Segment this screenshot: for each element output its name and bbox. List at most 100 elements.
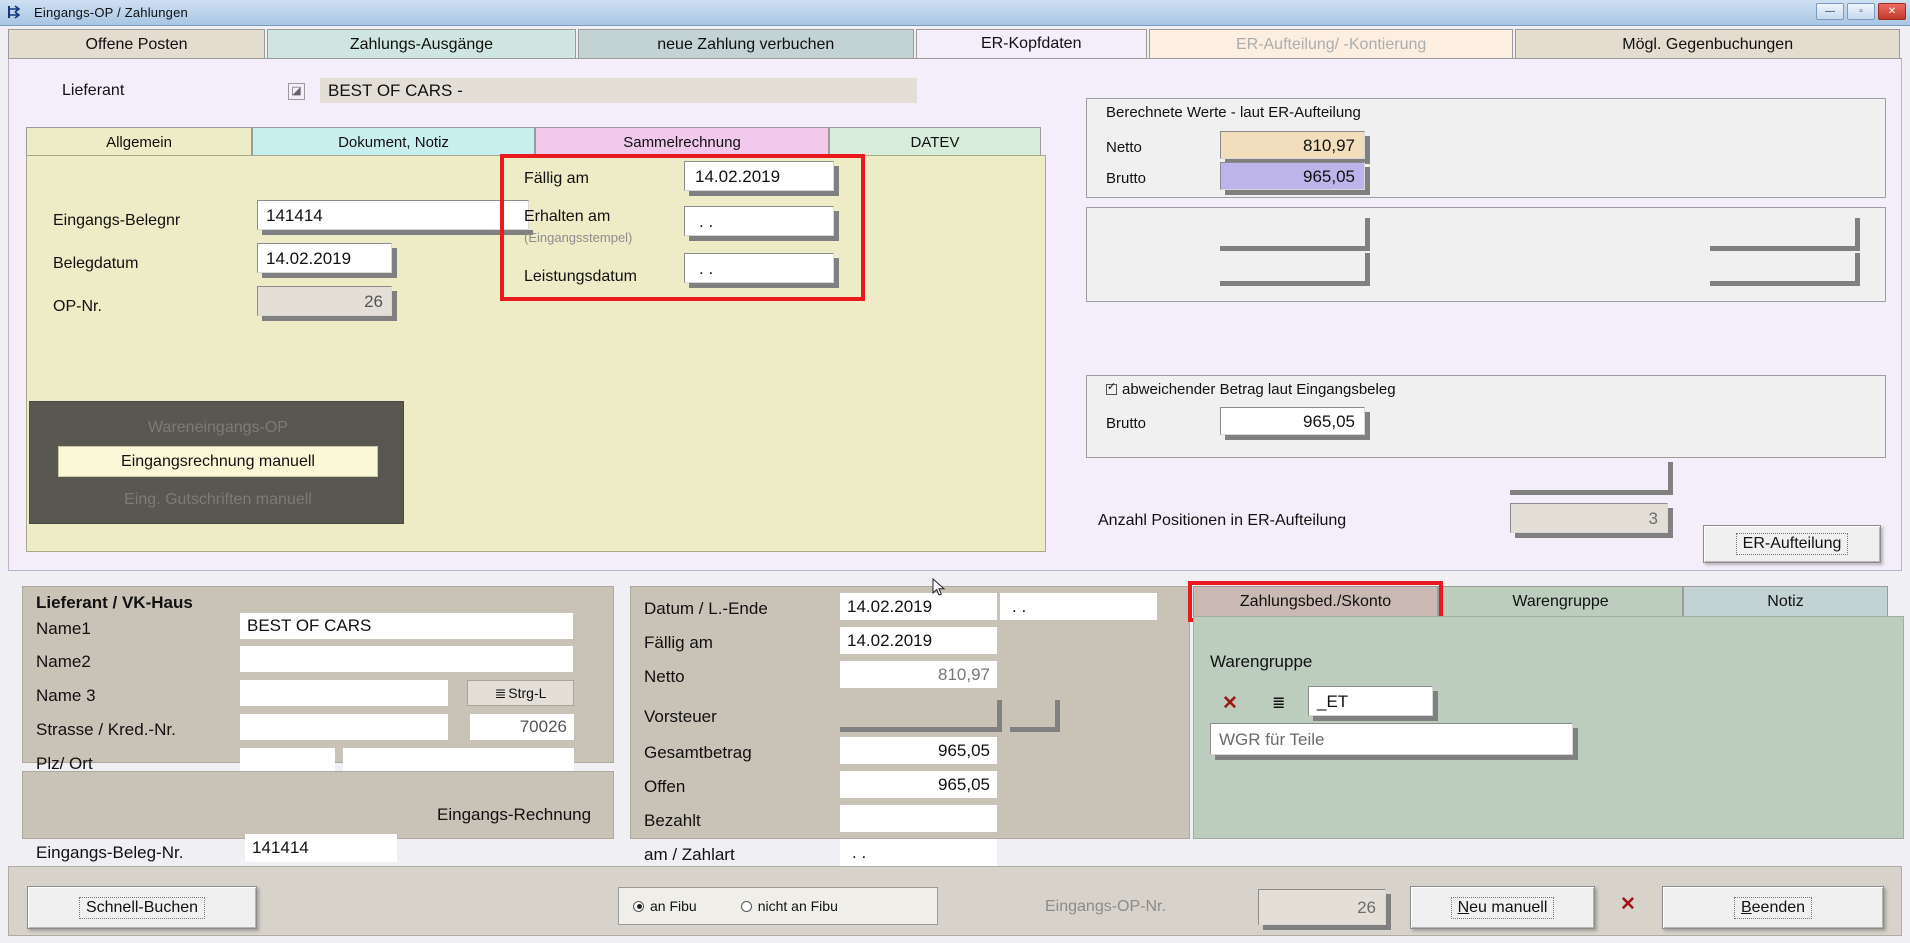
am-zahlart-label: am / Zahlart <box>644 845 735 864</box>
kred-nr-value: 70026 <box>470 714 574 740</box>
warengruppe-code-input[interactable]: _ET <box>1308 686 1438 721</box>
title-bar: Eingangs-OP / Zahlungen — ▫ ✕ <box>0 0 1910 26</box>
button-label: Schnell-Buchen <box>78 896 206 919</box>
er-aufteilung-button[interactable]: ER-Aufteilung <box>1703 525 1881 563</box>
strasse-kred-nr-label: Strasse / Kred.-Nr. <box>36 720 176 739</box>
empty-field-a[interactable] <box>1220 218 1370 251</box>
empty-field-c[interactable] <box>1710 218 1860 251</box>
neu-manuell-rest: eu manuell <box>1469 898 1548 916</box>
vorsteuer-field[interactable] <box>840 700 1002 732</box>
allgemein-panel: Eingangs-Belegnr 141414 Belegdatum 14.02… <box>26 154 1046 552</box>
belegdatum-input[interactable]: 14.02.2019 <box>257 243 397 278</box>
mode-eingangsrechnung-manuell[interactable]: Eingangsrechnung manuell <box>58 446 378 477</box>
supplier-card-title: Lieferant / VK-Haus <box>36 593 193 612</box>
supplier-value: BEST OF CARS - <box>320 78 917 103</box>
radio-label: nicht an Fibu <box>757 898 838 914</box>
tab-neue-zahlung-verbuchen[interactable]: neue Zahlung verbuchen <box>577 29 914 59</box>
computed-values-title: Berechnete Werte - laut ER-Aufteilung <box>1106 104 1361 121</box>
window-controls: — ▫ ✕ <box>1816 3 1906 20</box>
name3-input[interactable] <box>240 680 448 706</box>
beenden-button[interactable]: Beenden <box>1662 886 1884 929</box>
close-button[interactable]: ✕ <box>1878 3 1906 20</box>
faellig-am-label: Fällig am <box>524 170 589 187</box>
tab-offene-posten[interactable]: Offene Posten <box>8 29 266 59</box>
gesamtbetrag-value[interactable]: 965,05 <box>840 737 997 764</box>
bezahlt-label: Bezahlt <box>644 811 701 830</box>
deviating-brutto-input[interactable]: 965,05 <box>1220 407 1370 440</box>
tab-label: Allgemein <box>106 133 172 151</box>
button-label: ER-Aufteilung <box>1735 533 1849 555</box>
tab-dokument-notiz[interactable]: Dokument, Notiz <box>252 127 535 156</box>
booking-mode-panel: Wareneingangs-OP Eingangsrechnung manuel… <box>29 401 404 524</box>
eingangs-beleg-nr-label: Eingangs-Beleg-Nr. <box>36 843 184 862</box>
neu-manuell-button[interactable]: Neu manuell <box>1410 886 1595 929</box>
minimize-button[interactable]: — <box>1816 3 1844 20</box>
tab-label: ER-Aufteilung/ -Kontierung <box>1235 35 1427 53</box>
main-tab-bar[interactable]: Offene Posten Zahlungs-Ausgänge neue Zah… <box>8 29 1902 59</box>
detail-tab-bar[interactable]: Allgemein Dokument, Notiz Sammelrechnung… <box>26 127 1041 156</box>
mode-eing-gutschriften-manuell[interactable]: Eing. Gutschriften manuell <box>58 484 378 515</box>
supplier-label: Lieferant <box>62 82 125 99</box>
x-icon[interactable]: ✕ <box>1620 893 1636 916</box>
gesamtbetrag-label: Gesamtbetrag <box>644 743 752 762</box>
tab-warengruppe[interactable]: Warengruppe <box>1438 586 1683 617</box>
tab-sammelrechnung[interactable]: Sammelrechnung <box>535 127 829 156</box>
leistungsdatum-input[interactable]: . . <box>684 253 839 288</box>
faellig-am-input[interactable]: 14.02.2019 <box>684 161 839 196</box>
tab-er-aufteilung-kontierung[interactable]: ER-Aufteilung/ -Kontierung <box>1148 29 1514 59</box>
tab-label: Sammelrechnung <box>623 133 741 151</box>
tab-moegl-gegenbuchungen[interactable]: Mögl. Gegenbuchungen <box>1515 29 1900 59</box>
strasse-input[interactable] <box>240 714 448 740</box>
strg-l-button[interactable]: ≣ Strg-L <box>467 680 574 706</box>
name1-input[interactable]: BEST OF CARS <box>240 613 573 639</box>
eingangs-op-nr-label: Eingangs-OP-Nr. <box>1045 898 1166 915</box>
x-icon[interactable]: ✕ <box>1222 692 1238 715</box>
tab-label: Mögl. Gegenbuchungen <box>1622 35 1794 53</box>
maximize-button[interactable]: ▫ <box>1847 3 1875 20</box>
warengruppe-title: Warengruppe <box>1210 652 1313 671</box>
empty-field-b[interactable] <box>1220 253 1370 286</box>
tab-zahlungs-ausgaenge[interactable]: Zahlungs-Ausgänge <box>267 29 576 59</box>
list-icon[interactable]: ≣ <box>1272 693 1285 713</box>
deviating-brutto-label: Brutto <box>1106 415 1147 432</box>
tab-notiz[interactable]: Notiz <box>1683 586 1888 617</box>
positions-label: Anzahl Positionen in ER-Aufteilung <box>1098 512 1347 529</box>
erhalten-am-input[interactable]: . . <box>684 206 839 241</box>
radio-an-fibu[interactable]: an Fibu <box>633 898 697 914</box>
name2-input[interactable] <box>240 646 573 672</box>
button-label: Beenden <box>1733 896 1813 919</box>
bottom-toolbar <box>8 866 1902 936</box>
mouse-cursor-icon <box>932 577 946 598</box>
mode-wareneingangs-op[interactable]: Wareneingangs-OP <box>58 412 378 443</box>
offen-value[interactable]: 965,05 <box>840 771 997 798</box>
incoming-invoice-title: Eingangs-Rechnung <box>437 805 592 824</box>
am-zahlart-input[interactable]: . . <box>840 839 997 866</box>
eingangs-belegnr-input[interactable]: 141414 <box>257 200 533 235</box>
tab-datev[interactable]: DATEV <box>829 127 1041 156</box>
datum-input[interactable]: 14.02.2019 <box>840 593 997 620</box>
tab-er-kopfdaten[interactable]: ER-Kopfdaten <box>915 29 1147 59</box>
bezahlt-input[interactable] <box>840 805 997 832</box>
eingangs-op-nr-value: 26 <box>1258 889 1391 930</box>
tab-label: Notiz <box>1767 593 1804 610</box>
erhalten-am-sublabel: (Eingangsstempel) <box>524 230 633 245</box>
fibu-radio-group[interactable]: an Fibu nicht an Fibu <box>618 887 938 925</box>
vorsteuer-field-2[interactable] <box>1010 700 1060 732</box>
lende-input[interactable]: . . <box>1000 593 1157 620</box>
eingangs-beleg-nr-input[interactable]: 141414 <box>245 834 397 862</box>
lookup-icon[interactable]: ◪ <box>288 83 305 100</box>
name1-label: Name1 <box>36 619 91 638</box>
schnell-buchen-button[interactable]: Schnell-Buchen <box>27 886 257 929</box>
positions-ghost-field <box>1510 462 1673 495</box>
tab-allgemein[interactable]: Allgemein <box>26 127 252 156</box>
vorsteuer-label: Vorsteuer <box>644 707 717 726</box>
faellig-am-input-2[interactable]: 14.02.2019 <box>840 627 997 654</box>
radio-nicht-an-fibu[interactable]: nicht an Fibu <box>740 898 838 914</box>
leistungsdatum-label: Leistungsdatum <box>524 268 637 285</box>
tab-label: Offene Posten <box>85 35 188 53</box>
deviating-amount-checkbox[interactable]: abweichender Betrag laut Eingangsbeleg <box>1106 380 1396 398</box>
empty-field-d[interactable] <box>1710 253 1860 286</box>
tab-label: Zahlungs-Ausgänge <box>349 35 494 53</box>
tab-label: DATEV <box>910 133 960 151</box>
button-label: Neu manuell <box>1450 896 1555 919</box>
